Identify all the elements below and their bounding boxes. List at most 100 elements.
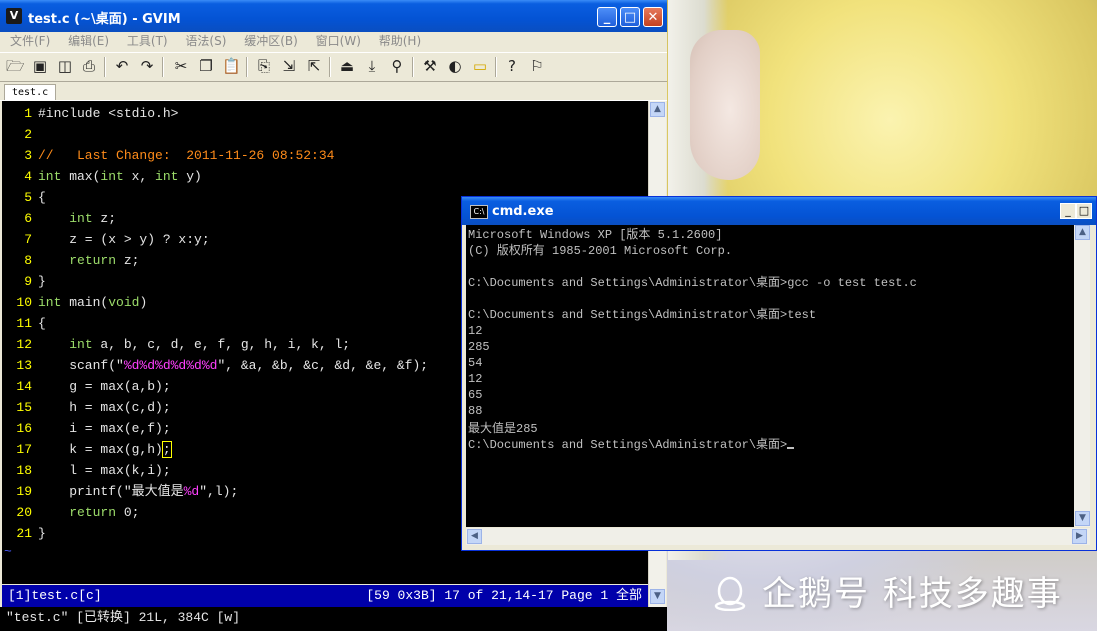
code-line[interactable]: 17 k = max(g,h);	[2, 439, 172, 460]
scroll-down-arrow[interactable]: ▼	[650, 589, 665, 604]
code-line[interactable]: 2	[2, 124, 38, 145]
command-line-message: "test.c" [已转换] 21L, 384C [w]	[6, 610, 241, 625]
cmd-horizontal-scrollbar[interactable]: ◀ ▶	[466, 528, 1090, 545]
code-token: // Last Change: 2011-11-26 08:52:34	[38, 148, 335, 163]
cut-icon[interactable]: ✂	[172, 57, 190, 75]
find-help-icon[interactable]: ⚐	[528, 57, 546, 75]
code-token: {	[38, 316, 46, 331]
redo-icon[interactable]: ↷	[138, 57, 156, 75]
save-all-icon[interactable]: ◫	[56, 57, 74, 75]
code-line[interactable]: 8 return z;	[2, 250, 139, 271]
menu-buffers[interactable]: 缓冲区(B)	[244, 32, 298, 50]
code-line[interactable]: 1 #include <stdio.h>	[2, 103, 178, 124]
cmd-scroll-right-arrow[interactable]: ▶	[1072, 529, 1087, 544]
open-icon[interactable]: 🗁	[6, 57, 25, 75]
wallpaper-character	[690, 30, 760, 180]
cmd-app-icon[interactable]: C:\	[470, 205, 488, 219]
code-line[interactable]: 5{	[2, 187, 46, 208]
find-prev-icon[interactable]: ⇱	[305, 57, 323, 75]
penguin-logo-icon	[714, 576, 746, 611]
copy-icon[interactable]: ❐	[197, 57, 215, 75]
code-line[interactable]: 16 i = max(e,f);	[2, 418, 170, 439]
cmd-titlebar[interactable]: C:\ cmd.exe _ □	[462, 197, 1096, 225]
menu-syntax[interactable]: 语法(S)	[185, 32, 226, 50]
line-number: 17	[16, 442, 32, 457]
paste-icon[interactable]: 📋	[222, 57, 241, 75]
code-line[interactable]: 14 g = max(a,b);	[2, 376, 170, 397]
menu-help[interactable]: 帮助(H)	[379, 32, 421, 50]
cmd-minimize-button[interactable]: _	[1060, 203, 1076, 219]
line-number: 4	[24, 169, 32, 184]
cmd-scroll-left-arrow[interactable]: ◀	[467, 529, 482, 544]
code-line[interactable]: 6 int z;	[2, 208, 116, 229]
cmd-console[interactable]: Microsoft Windows XP [版本 5.1.2600] (C) 版权…	[466, 225, 1090, 527]
code-token: int	[38, 169, 62, 184]
find-replace-icon[interactable]: ⎘	[255, 57, 273, 75]
minimize-button[interactable]: _	[597, 7, 617, 27]
run-script-icon[interactable]: ⚲	[388, 57, 406, 75]
console-line: 最大值是285	[468, 422, 538, 436]
code-token: h = max(c,d);	[38, 400, 171, 415]
menu-tools[interactable]: 工具(T)	[127, 32, 168, 50]
save-icon[interactable]: ▣	[31, 57, 49, 75]
watermark: 企鹅号 科技多趣事	[712, 566, 1063, 615]
help-icon[interactable]: ?	[503, 57, 521, 75]
save-session-icon[interactable]: ⤓	[363, 57, 381, 75]
code-token: y)	[178, 169, 202, 184]
watermark-text: 企鹅号 科技多趣事	[762, 574, 1063, 614]
code-line[interactable]: 21}	[2, 523, 45, 544]
code-line[interactable]: 12 int a, b, c, d, e, f, g, h, i, k, l;	[2, 334, 350, 355]
line-number: 3	[24, 148, 32, 163]
code-line[interactable]: 19 printf("最大值是%d",l);	[2, 481, 238, 502]
code-line[interactable]: 18 l = max(k,i);	[2, 460, 170, 481]
gvim-titlebar[interactable]: V test.c (~\桌面) - GVIM _ □ ✕	[0, 0, 667, 32]
cmd-scroll-up-arrow[interactable]: ▲	[1075, 225, 1090, 240]
console-line: Microsoft Windows XP [版本 5.1.2600]	[468, 228, 723, 242]
code-token: int	[38, 295, 62, 310]
make-icon[interactable]: ⚒	[421, 57, 439, 75]
menu-file[interactable]: 文件(F)	[10, 32, 50, 50]
code-line[interactable]: 13 scanf("%d%d%d%d%d%d", &a, &b, &c, &d,…	[2, 355, 428, 376]
code-token: z;	[116, 253, 140, 268]
code-line[interactable]: 11 {	[2, 313, 46, 334]
scroll-up-arrow[interactable]: ▲	[650, 102, 665, 117]
code-line[interactable]: 20 return 0;	[2, 502, 139, 523]
line-number: 7	[24, 232, 32, 247]
code-token: #include <stdio.h>	[38, 106, 179, 121]
code-token: int	[69, 211, 93, 226]
code-line[interactable]: 10 int main(void)	[2, 292, 147, 313]
line-number: 10	[16, 295, 32, 310]
code-token: )	[139, 295, 148, 310]
line-number: 9	[24, 274, 32, 289]
tags-icon[interactable]: ▭	[471, 57, 489, 75]
shell-icon[interactable]: ◐	[446, 57, 464, 75]
gvim-app-icon[interactable]: V	[6, 8, 22, 24]
menu-window[interactable]: 窗口(W)	[316, 32, 361, 50]
code-token: {	[38, 190, 46, 205]
code-token: z = (x > y) ? x:y;	[38, 232, 210, 247]
load-session-icon[interactable]: ⏏	[338, 57, 356, 75]
code-line[interactable]: 15 h = max(c,d);	[2, 397, 171, 418]
undo-icon[interactable]: ↶	[113, 57, 131, 75]
command-line[interactable]: "test.c" [已转换] 21L, 384C [w]	[0, 607, 667, 631]
tab-test-c[interactable]: test.c	[4, 84, 57, 100]
maximize-button[interactable]: □	[620, 7, 640, 27]
code-line[interactable]: 4 int max(int x, int y)	[2, 166, 202, 187]
cmd-scroll-down-arrow[interactable]: ▼	[1075, 511, 1090, 526]
menubar: 文件(F) 编辑(E) 工具(T) 语法(S) 缓冲区(B) 窗口(W) 帮助(…	[0, 32, 667, 50]
menu-edit[interactable]: 编辑(E)	[68, 32, 109, 50]
console-cursor	[787, 447, 795, 449]
code-token: ",l);	[199, 484, 239, 499]
code-token: 0;	[116, 505, 140, 520]
line-number: 2	[24, 127, 32, 142]
cmd-title: cmd.exe	[492, 204, 554, 219]
code-line[interactable]: 7 z = (x > y) ? x:y;	[2, 229, 210, 250]
find-next-icon[interactable]: ⇲	[280, 57, 298, 75]
cmd-maximize-button[interactable]: □	[1076, 203, 1092, 219]
print-icon[interactable]: ⎙	[80, 57, 98, 75]
cmd-vertical-scrollbar[interactable]: ▲ ▼	[1074, 225, 1090, 527]
gvim-title: test.c (~\桌面) - GVIM	[28, 12, 181, 27]
code-line[interactable]: 3 // Last Change: 2011-11-26 08:52:34	[2, 145, 334, 166]
code-line[interactable]: 9}	[2, 271, 46, 292]
close-button[interactable]: ✕	[643, 7, 663, 27]
